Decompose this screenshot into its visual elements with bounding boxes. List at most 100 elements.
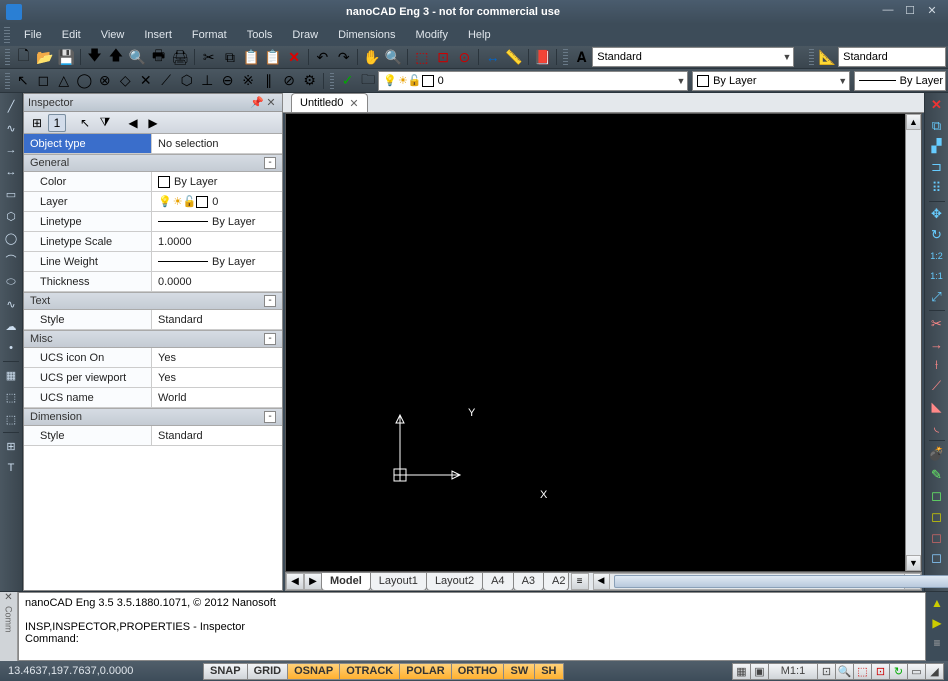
group-general[interactable]: General-	[24, 154, 282, 172]
break-button[interactable]: ⟊	[926, 355, 947, 375]
measure-button[interactable]: 📏	[504, 47, 523, 67]
chamfer-button[interactable]: ◣	[926, 397, 947, 417]
status-polar-button[interactable]: POLAR	[399, 663, 452, 680]
prop-row-color[interactable]: ColorBy Layer	[24, 172, 282, 192]
line-button[interactable]: ╱	[1, 96, 21, 116]
zoom-realtime-button[interactable]: 🔍	[384, 47, 403, 67]
offset-button[interactable]: ⊐	[926, 157, 947, 177]
zoom-window-icon[interactable]: ⬚	[853, 663, 872, 680]
menubar-grip[interactable]	[4, 27, 10, 43]
polyline-button[interactable]: ∿	[1, 118, 21, 138]
close-tab-icon[interactable]: ✕	[349, 97, 358, 110]
redo-button[interactable]: ↷	[334, 47, 353, 67]
tab-split-button[interactable]: ≡	[571, 573, 589, 590]
status-osnap-button[interactable]: OSNAP	[287, 663, 340, 680]
osnap-parallel-button[interactable]: ∥	[259, 71, 277, 91]
publish-button[interactable]: 🖨	[170, 47, 190, 67]
resize-grip-icon[interactable]: ◢	[925, 663, 944, 680]
status-sw-button[interactable]: SW	[503, 663, 535, 680]
explode-button[interactable]: 💣	[926, 444, 947, 464]
prop-row-ucsvp[interactable]: UCS per viewportYes	[24, 368, 282, 388]
zoom-window-button[interactable]: ⬚	[412, 47, 431, 67]
erase-button[interactable]: ✕	[926, 95, 947, 115]
group-dimension[interactable]: Dimension-	[24, 408, 282, 426]
maximize-viewport-icon[interactable]: ⊡	[817, 663, 836, 680]
rotate-button[interactable]: ↻	[926, 225, 947, 245]
document-tab[interactable]: Untitled0 ✕	[291, 93, 368, 112]
osnap-cursor-button[interactable]: ↖	[14, 71, 32, 91]
layout-tab-a3[interactable]: A3	[513, 573, 544, 591]
osnap-extension-button[interactable]: ⟋	[157, 71, 175, 91]
textstyle-grip[interactable]	[563, 49, 568, 65]
drawing-canvas[interactable]: Y X ▲ ▼	[285, 113, 922, 572]
group-text[interactable]: Text-	[24, 292, 282, 310]
new-button[interactable]: 🗋	[14, 47, 33, 67]
linetype-combo[interactable]: By Layer	[854, 71, 946, 91]
osnap-center-button[interactable]: ◯	[75, 71, 93, 91]
menu-view[interactable]: View	[91, 26, 135, 44]
point-button[interactable]: •	[1, 338, 21, 358]
dropdown-icon[interactable]: ▼	[677, 76, 686, 86]
mirror-button[interactable]: ▞	[926, 136, 947, 156]
layout-tab-model[interactable]: Model	[321, 573, 371, 591]
dropdown-icon[interactable]: ▼	[838, 76, 847, 86]
menu-help[interactable]: Help	[458, 26, 501, 44]
zoom-icon[interactable]: 🔍	[835, 663, 854, 680]
osnap-midpoint-button[interactable]: △	[55, 71, 73, 91]
zoom-extents-button[interactable]: ⊡	[433, 47, 452, 67]
menu-insert[interactable]: Insert	[134, 26, 182, 44]
status-otrack-button[interactable]: OTRACK	[339, 663, 400, 680]
paste-special-button[interactable]: 📋	[263, 47, 282, 67]
import-button[interactable]: 🡇	[85, 47, 104, 67]
status-ortho-button[interactable]: ORTHO	[451, 663, 505, 680]
osnap-tangent-button[interactable]: ⊖	[218, 71, 236, 91]
extend-button[interactable]: →	[926, 335, 947, 355]
polygon-button[interactable]: ⬡	[1, 206, 21, 226]
menu-file[interactable]: File	[14, 26, 52, 44]
circle-button[interactable]: ◯	[1, 228, 21, 248]
revision-cloud-button[interactable]: ☁	[1, 316, 21, 336]
scroll-down-button[interactable]: ▼	[906, 555, 921, 571]
clean-screen-icon[interactable]: ▭	[907, 663, 926, 680]
region-button[interactable]: ⬚	[1, 387, 21, 407]
copy-button[interactable]: ⧉	[220, 47, 239, 67]
prop-row-layer[interactable]: Layer💡☀🔓0	[24, 192, 282, 212]
edit-button[interactable]: ✎	[926, 465, 947, 485]
menu-format[interactable]: Format	[182, 26, 237, 44]
layout-tab-layout2[interactable]: Layout2	[426, 573, 483, 591]
osnap-none-button[interactable]: ⊘	[280, 71, 298, 91]
undo-button[interactable]: ↶	[313, 47, 332, 67]
dim-style-combo[interactable]: Standard	[838, 47, 946, 67]
insp-toggle2-button[interactable]: 1	[48, 114, 66, 132]
hatch-button[interactable]: ▦	[1, 365, 21, 385]
insp-filter-button[interactable]: ⧩	[96, 114, 114, 132]
scale-11-button[interactable]: 1:1	[926, 267, 947, 287]
save-button[interactable]: 💾	[57, 47, 76, 67]
cut-button[interactable]: ✂	[199, 47, 218, 67]
osnap-intersection-button[interactable]: ✕	[136, 71, 154, 91]
status-grid-button[interactable]: GRID	[247, 663, 289, 680]
cmd-up-button[interactable]: ▲	[928, 594, 946, 612]
collapse-icon[interactable]: -	[264, 157, 276, 169]
prop-row-objecttype[interactable]: Object type No selection	[24, 134, 282, 154]
prop-row-ucsname[interactable]: UCS nameWorld	[24, 388, 282, 408]
ray-button[interactable]: →	[1, 140, 21, 160]
status-sh-button[interactable]: SH	[534, 663, 563, 680]
xline-button[interactable]: ↔	[1, 162, 21, 182]
rectangle-button[interactable]: ▭	[1, 184, 21, 204]
minimize-button[interactable]: —	[878, 4, 898, 20]
join-button[interactable]: ⟋	[926, 376, 947, 396]
menu-draw[interactable]: Draw	[282, 26, 328, 44]
layer-combo[interactable]: 💡 ☀ 🔓 0 ▼	[378, 71, 688, 91]
maximize-button[interactable]: ☐	[900, 4, 920, 20]
spline-button[interactable]: ∿	[1, 294, 21, 314]
arc-button[interactable]: ⌒	[1, 250, 21, 270]
collapse-icon[interactable]: -	[264, 411, 276, 423]
osnap-quadrant-button[interactable]: ◇	[116, 71, 134, 91]
help-button[interactable]: 📕	[533, 47, 552, 67]
layer-lock-button[interactable]: ◻	[926, 549, 947, 569]
scroll-left-button[interactable]: ◀	[594, 574, 610, 589]
command-text[interactable]: nanoCAD Eng 3.5 3.5.1880.1071, © 2012 Na…	[18, 592, 926, 661]
pan-button[interactable]: ✋	[362, 47, 381, 67]
cmd-exec-button[interactable]: ▶	[928, 614, 946, 632]
